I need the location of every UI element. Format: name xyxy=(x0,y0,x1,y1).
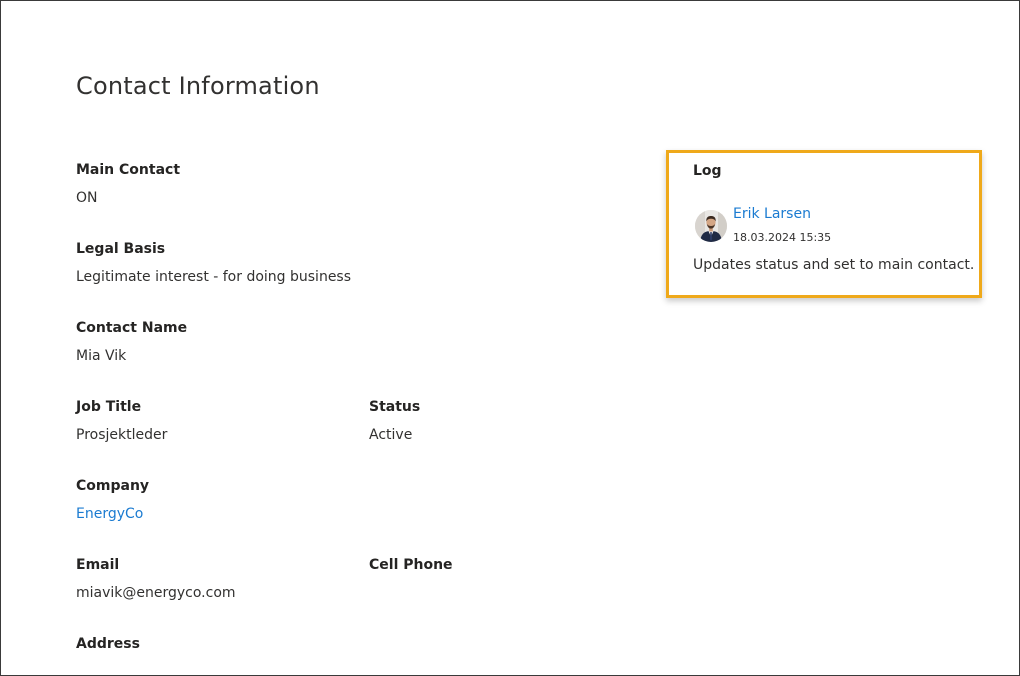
field-job-title: Job Title Prosjektleder xyxy=(76,398,167,444)
log-timestamp: 18.03.2024 15:35 xyxy=(733,231,832,244)
log-entry-text: Updates status and set to main contact. xyxy=(693,257,975,273)
field-label: Contact Name xyxy=(76,320,188,336)
field-label: Cell Phone xyxy=(369,557,453,573)
log-card: Log Erik Larsen 18.03.2024 15:35 Updates… xyxy=(666,150,982,298)
field-value: Mia Vik xyxy=(76,348,127,364)
field-cell-phone: Cell Phone xyxy=(369,556,453,584)
avatar-image xyxy=(695,210,727,242)
field-value: ON xyxy=(76,190,98,206)
field-legal-basis: Legal Basis Legitimate interest - for do… xyxy=(76,240,351,286)
field-label: Job Title xyxy=(76,399,142,415)
log-title: Log xyxy=(693,163,722,179)
field-address: Address xyxy=(76,635,140,663)
field-value: Prosjektleder xyxy=(76,427,168,443)
field-contact-name: Contact Name Mia Vik xyxy=(76,319,187,365)
field-label: Legal Basis xyxy=(76,241,166,257)
field-value: miavik@energyco.com xyxy=(76,585,236,601)
field-company: Company EnergyCo xyxy=(76,477,149,523)
field-email: Email miavik@energyco.com xyxy=(76,556,236,602)
field-label: Email xyxy=(76,557,120,573)
user-avatar-icon[interactable] xyxy=(695,210,727,242)
field-main-contact: Main Contact ON xyxy=(76,161,180,207)
field-value: Active xyxy=(369,427,413,443)
field-label: Address xyxy=(76,636,140,652)
field-value: Legitimate interest - for doing business xyxy=(76,269,352,285)
company-link[interactable]: EnergyCo xyxy=(76,505,149,523)
field-label: Company xyxy=(76,478,150,494)
log-author-link[interactable]: Erik Larsen xyxy=(733,206,811,222)
field-label: Main Contact xyxy=(76,162,181,178)
field-label: Status xyxy=(369,399,421,415)
page-title: Contact Information xyxy=(76,72,320,100)
contact-information-panel: Contact Information Main Contact ON Lega… xyxy=(0,0,1020,676)
field-status: Status Active xyxy=(369,398,420,444)
